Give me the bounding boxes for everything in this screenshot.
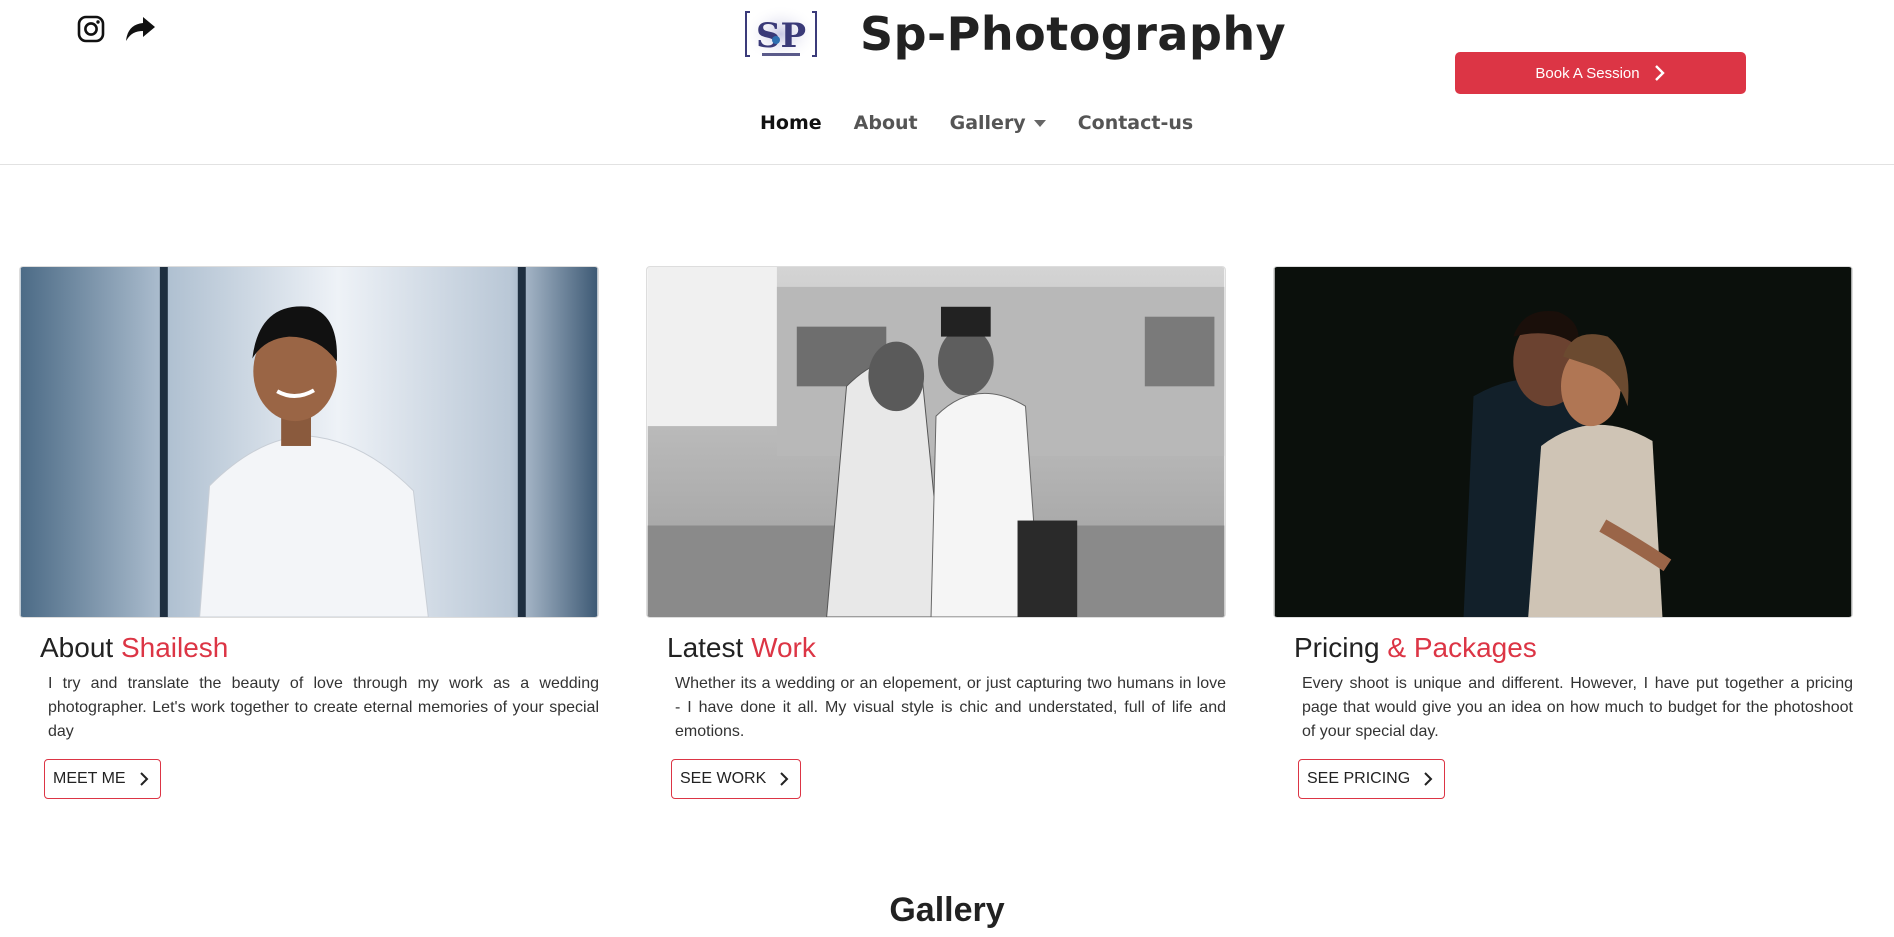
card-title: Pricing & Packages [1294,630,1853,666]
instagram-icon[interactable] [76,14,106,44]
svg-text:SP: SP [756,16,806,56]
caret-down-icon [1033,119,1046,127]
card-title-main: Latest [667,632,744,663]
chevron-right-icon [139,772,149,786]
see-work-button[interactable]: SEE WORK [671,759,802,799]
card-title-main: About [40,632,114,663]
brand: SP Sp-Photography [742,4,1286,64]
card-title-accent: & Packages [1387,632,1537,663]
share-icon[interactable] [124,14,155,44]
nav-about[interactable]: About [854,112,918,134]
chevron-right-icon [1424,772,1433,786]
chevron-right-icon [780,772,789,786]
card-work: Latest Work Whether its a wedding or an … [646,266,1226,799]
nav-gallery-label: Gallery [949,112,1026,134]
card-title-accent: Work [751,632,816,663]
see-work-label: SEE WORK [680,770,767,787]
card-about: About Shailesh I try and translate the b… [19,266,599,799]
card-text: I try and translate the beauty of love t… [48,675,599,740]
meet-me-button[interactable]: MEET ME [44,759,161,799]
card-title-main: Pricing [1294,632,1380,663]
card-text: Every shoot is unique and different. How… [1302,675,1853,740]
nav-home[interactable]: Home [760,112,822,134]
card-title: Latest Work [667,630,1226,666]
card-title-accent: Shailesh [120,632,229,663]
card-title: About Shailesh [40,630,599,666]
site-header: SP Sp-Photography Book A Session Home Ab… [0,0,1894,165]
meet-me-label: MEET ME [53,770,126,787]
work-photo [646,266,1226,618]
card-pricing: Pricing & Packages Every shoot is unique… [1273,266,1853,799]
book-session-label: Book A Session [1535,64,1640,82]
nav-contact[interactable]: Contact-us [1078,112,1194,134]
see-pricing-label: SEE PRICING [1307,770,1411,787]
pricing-photo [1273,266,1853,618]
about-photo [19,266,599,618]
main-nav: Home About Gallery Contact-us [760,112,1193,134]
card-text: Whether its a wedding or an elopement, o… [675,675,1226,740]
site-title[interactable]: Sp-Photography [860,4,1286,64]
feature-cards: About Shailesh I try and translate the b… [19,266,1853,806]
site-logo[interactable]: SP [742,4,820,64]
social-links [76,14,155,44]
book-session-button[interactable]: Book A Session [1455,52,1746,94]
see-pricing-button[interactable]: SEE PRICING [1298,759,1446,799]
gallery-heading: Gallery [889,891,1005,929]
nav-gallery[interactable]: Gallery [950,112,1046,134]
chevron-right-icon [1654,65,1665,81]
